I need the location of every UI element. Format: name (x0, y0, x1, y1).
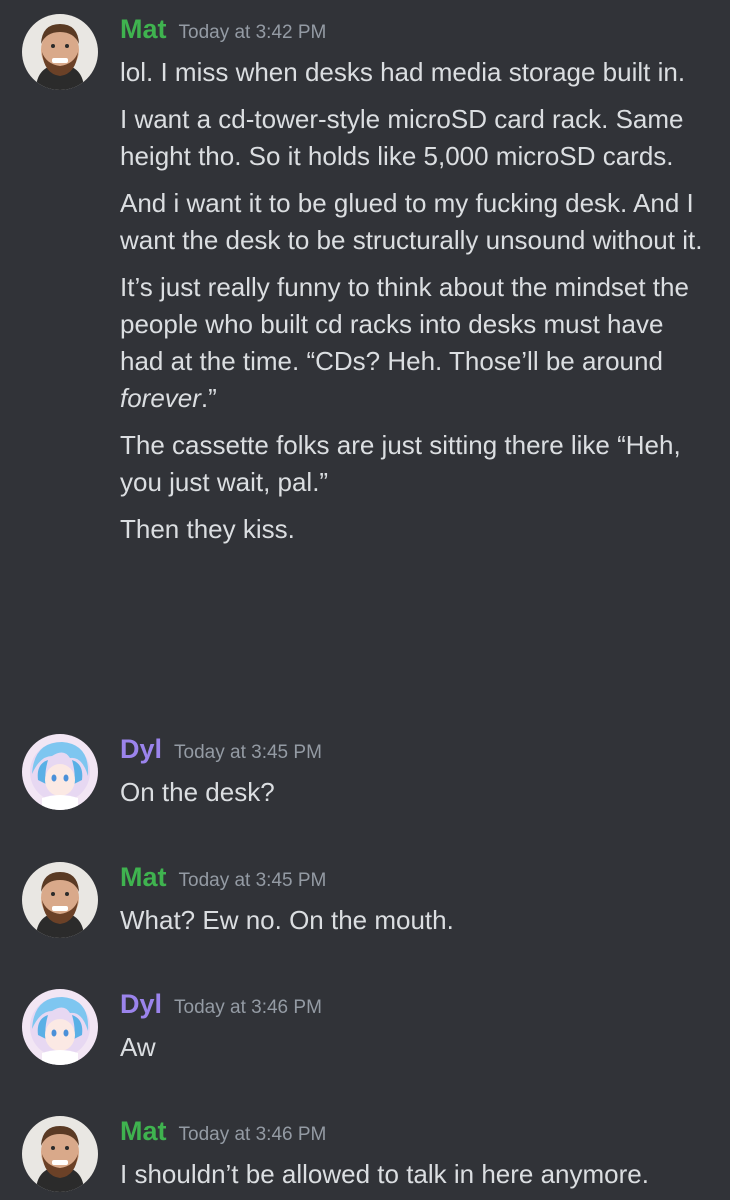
timestamp[interactable]: Today at 3:45 PM (179, 870, 327, 891)
username[interactable]: Mat (120, 1116, 167, 1146)
message-text: And i want it to be glued to my fucking … (120, 188, 703, 255)
message-body: On the desk? (120, 774, 710, 821)
message-text: Aw (120, 1032, 156, 1062)
message-body: I shouldn’t be allowed to talk in here a… (120, 1156, 710, 1200)
message-header: Mat Today at 3:42 PM (120, 14, 326, 50)
message-text: The cassette folks are just sitting ther… (120, 430, 681, 497)
timestamp[interactable]: Today at 3:45 PM (174, 742, 322, 763)
message-text: What? Ew no. On the mouth. (120, 905, 454, 935)
message-body: Aw (120, 1029, 710, 1076)
message-text: On the desk? (120, 777, 275, 807)
message-text: It’s just really funny to think about th… (120, 269, 710, 417)
timestamp[interactable]: Today at 3:46 PM (179, 1124, 327, 1145)
timestamp[interactable]: Today at 3:46 PM (174, 997, 322, 1018)
message-body: What? Ew no. On the mouth. (120, 902, 710, 949)
avatar[interactable] (22, 1116, 98, 1192)
avatar[interactable] (22, 14, 98, 90)
dyl-avatar-icon (22, 734, 98, 810)
mat-avatar-icon (22, 1116, 98, 1192)
message-header: Mat Today at 3:45 PM (120, 862, 326, 898)
message-header: Dyl Today at 3:46 PM (120, 989, 322, 1025)
message-header: Dyl Today at 3:45 PM (120, 734, 322, 770)
message-text: I shouldn’t be allowed to talk in here a… (120, 1159, 649, 1189)
username[interactable]: Mat (120, 14, 167, 44)
username[interactable]: Dyl (120, 989, 162, 1019)
message-text-part: It’s just really funny to think about th… (120, 272, 689, 376)
message-header: Mat Today at 3:46 PM (120, 1116, 326, 1152)
mat-avatar-icon (22, 14, 98, 90)
avatar[interactable] (22, 734, 98, 810)
mat-avatar-icon (22, 862, 98, 938)
message-text: lol. I miss when desks had media storage… (120, 57, 686, 87)
avatar[interactable] (22, 989, 98, 1065)
dyl-avatar-icon (22, 989, 98, 1065)
message-body: lol. I miss when desks had media storage… (120, 54, 710, 558)
message-text-part: .” (200, 383, 217, 413)
avatar[interactable] (22, 862, 98, 938)
message-text: I want a cd-tower-style microSD card rac… (120, 104, 684, 171)
message-text: Then they kiss. (120, 514, 295, 544)
username[interactable]: Mat (120, 862, 167, 892)
username[interactable]: Dyl (120, 734, 162, 764)
chat-log: Mat Today at 3:42 PM lol. I miss when des… (0, 0, 730, 1200)
emphasis-text: forever (120, 383, 201, 413)
timestamp[interactable]: Today at 3:42 PM (179, 22, 327, 43)
